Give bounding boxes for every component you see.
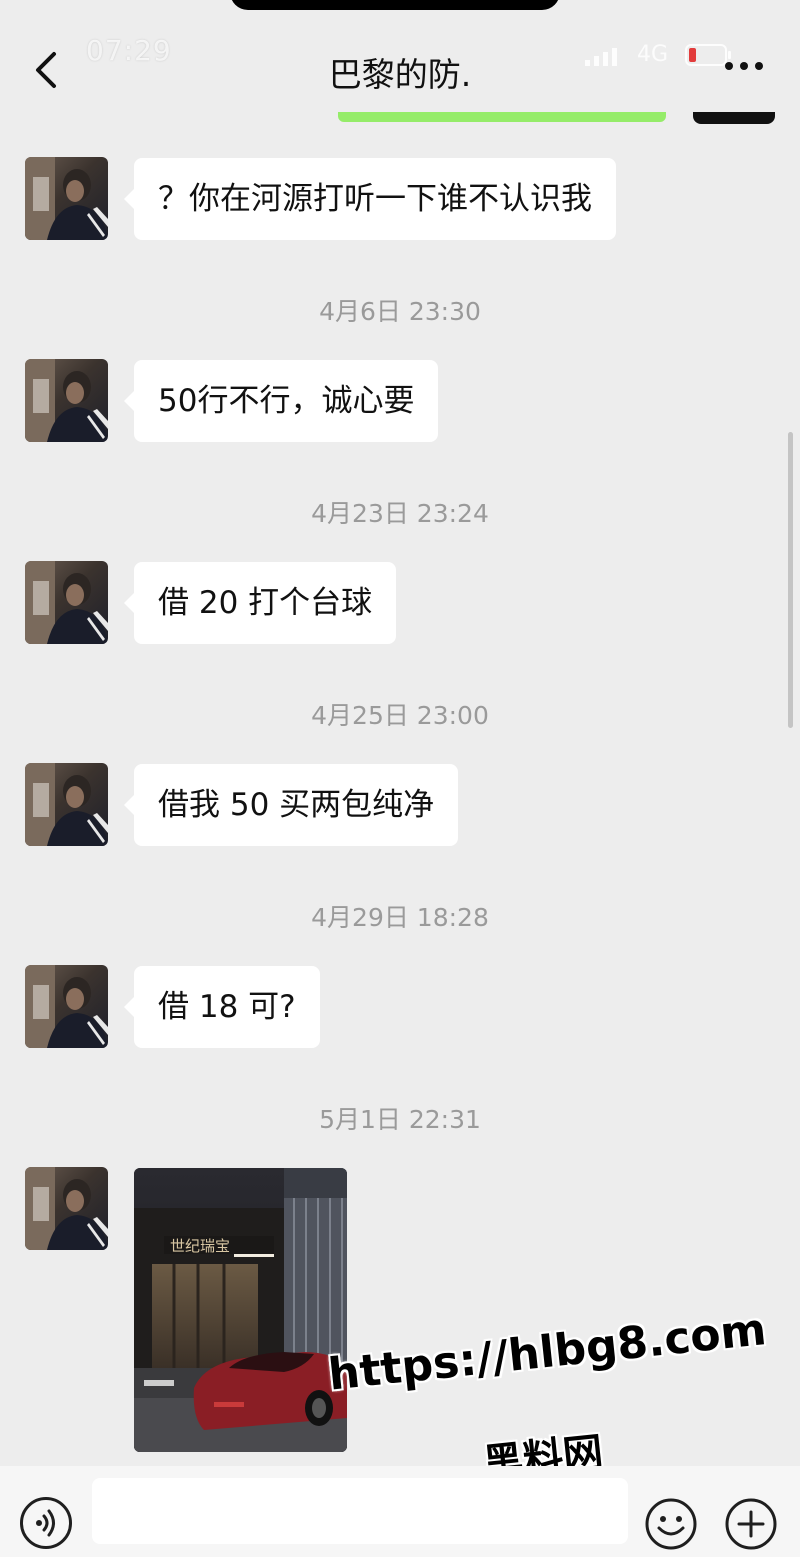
- message-timestamp: 4月23日 23:24: [311, 499, 489, 528]
- phone-notch: [230, 0, 560, 10]
- scrollbar[interactable]: [788, 432, 793, 728]
- avatar[interactable]: [25, 157, 108, 240]
- message-bubble[interactable]: 借 20 打个台球: [123, 562, 397, 644]
- voice-input-button[interactable]: [20, 1497, 72, 1549]
- status-indicators: 4G: [585, 40, 745, 70]
- message-timestamp: 4月6日 23:30: [319, 297, 481, 326]
- message-input[interactable]: [92, 1478, 628, 1544]
- network-label: 4G: [637, 42, 669, 67]
- avatar[interactable]: [25, 1167, 108, 1250]
- watermark-url: https://hlbg8.com: [326, 1304, 769, 1401]
- voice-icon: [36, 1509, 55, 1537]
- sent-bubble-edge: [338, 112, 666, 122]
- sent-media-edge: [693, 112, 775, 124]
- plus-icon[interactable]: [724, 1497, 778, 1551]
- message-timestamp: 4月29日 18:28: [311, 903, 489, 932]
- message-bubble[interactable]: 借我 50 买两包纯净: [123, 764, 459, 846]
- store-sign: 世纪瑞宝: [170, 1237, 230, 1255]
- signal-icon: [585, 48, 617, 66]
- more-dots-icon[interactable]: [722, 56, 766, 76]
- message-timestamp: 4月25日 23:00: [311, 701, 489, 730]
- avatar[interactable]: [25, 561, 108, 644]
- avatar[interactable]: [25, 359, 108, 442]
- message-bubble[interactable]: 50行不行，诚心要: [123, 360, 439, 442]
- avatar[interactable]: [25, 763, 108, 846]
- message-timestamp: 5月1日 22:31: [319, 1105, 481, 1134]
- message-bubble[interactable]: 借 18 可?: [124, 966, 320, 1048]
- image-message[interactable]: 世纪瑞宝: [134, 1168, 347, 1452]
- chat-header: 07:29 巴黎的防. 4G: [0, 0, 800, 125]
- emoji-icon[interactable]: [644, 1497, 698, 1551]
- message-bubble[interactable]: ？你在河源打听一下谁不认识我: [124, 158, 616, 240]
- input-bar: [0, 1466, 800, 1557]
- avatar[interactable]: [25, 965, 108, 1048]
